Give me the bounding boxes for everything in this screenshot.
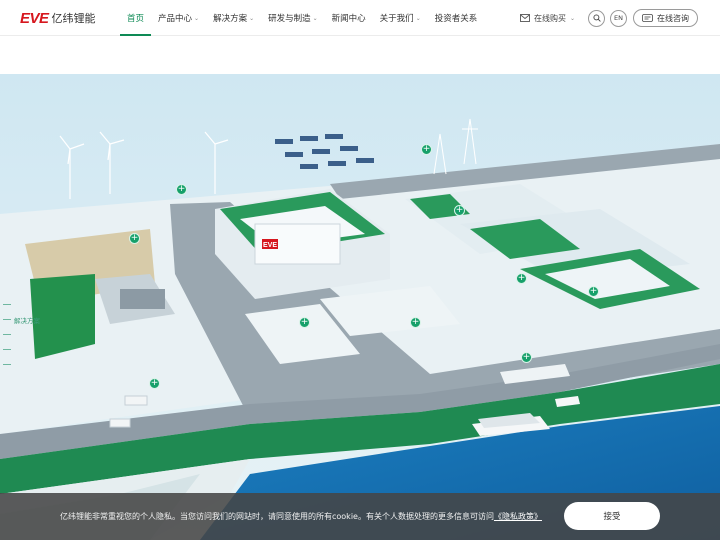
chevron-down-icon: ⌄	[194, 14, 200, 22]
industrial-park-illustration: EVE	[0, 74, 720, 540]
page: EVE 亿纬锂能 首页 产品中心 ⌄ 解决方案 ⌄ 研发与制造 ⌄ 新闻中心 关于我们…	[0, 0, 720, 540]
hotspot-plus-icon[interactable]: +	[129, 233, 140, 244]
online-consult-label: 在线咨询	[657, 13, 689, 23]
cookie-text: 亿纬锂能非常重视您的个人隐私。当您访问我们的网站时，请同意使用的所有cookie…	[60, 511, 542, 522]
privacy-policy-link[interactable]: 《隐私政策》	[494, 512, 542, 521]
chevron-down-icon: ⌄	[312, 14, 318, 22]
language-label: EN	[614, 14, 623, 22]
logo-text: 亿纬锂能	[51, 12, 96, 25]
hotspot-plus-icon[interactable]: +	[521, 352, 532, 363]
side-ticks	[3, 304, 13, 379]
online-buy-label: 在线购买	[533, 13, 566, 23]
brand-logo[interactable]: EVE 亿纬锂能	[20, 9, 96, 27]
chevron-down-icon: ⌄	[569, 14, 575, 22]
search-icon	[592, 14, 601, 22]
hotspot-plus-icon[interactable]: +	[588, 286, 599, 297]
nav-label: 产品中心	[158, 14, 193, 24]
cookie-message: 亿纬锂能非常重视您的个人隐私。当您访问我们的网站时，请同意使用的所有cookie…	[60, 512, 494, 521]
solutions-side-label[interactable]: 解决方案	[14, 315, 40, 325]
site-header: EVE 亿纬锂能 首页 产品中心 ⌄ 解决方案 ⌄ 研发与制造 ⌄ 新闻中心 关于我们…	[0, 0, 720, 36]
nav-label: 首页	[127, 14, 145, 24]
language-button[interactable]: EN	[610, 9, 627, 27]
hotspot-plus-icon[interactable]: +	[410, 317, 421, 328]
nav-item-news[interactable]: 新闻中心	[325, 0, 373, 36]
hotspot-plus-icon[interactable]: +	[421, 144, 432, 155]
chevron-down-icon: ⌄	[415, 14, 421, 22]
accept-cookie-button[interactable]: 接受	[564, 502, 660, 530]
search-button[interactable]	[588, 9, 605, 27]
nav-item-rnd[interactable]: 研发与制造 ⌄	[261, 0, 325, 36]
hotspot-plus-icon[interactable]: +	[176, 184, 187, 195]
nav-item-products[interactable]: 产品中心 ⌄	[151, 0, 206, 36]
mail-icon	[520, 14, 530, 22]
nav-item-home[interactable]: 首页	[120, 0, 152, 36]
hotspot-plus-icon[interactable]: +	[454, 205, 465, 216]
nav-label: 投资者关系	[434, 14, 478, 24]
logo-mark: EVE	[20, 9, 49, 27]
online-consult-button[interactable]: 在线咨询	[633, 9, 698, 27]
nav-label: 解决方案	[213, 14, 248, 24]
hotspot-plus-icon[interactable]: +	[516, 273, 527, 284]
nav-item-solutions[interactable]: 解决方案 ⌄	[206, 0, 261, 36]
cookie-consent-bar: 亿纬锂能非常重视您的个人隐私。当您访问我们的网站时，请同意使用的所有cookie…	[0, 493, 720, 540]
chat-icon	[642, 14, 653, 22]
factory-sign: EVE	[263, 242, 277, 249]
main-nav: 首页 产品中心 ⌄ 解决方案 ⌄ 研发与制造 ⌄ 新闻中心 关于我们 ⌄ 投资者关系	[120, 0, 484, 36]
nav-label: 新闻中心	[331, 14, 366, 24]
online-buy-button[interactable]: 在线购买 ⌄	[520, 13, 575, 24]
chevron-down-icon: ⌄	[249, 14, 255, 22]
hotspot-plus-icon[interactable]: +	[149, 378, 160, 389]
hero-illustration: EVE 解决方案 + + + + + + + + + +	[0, 74, 720, 540]
nav-item-about[interactable]: 关于我们 ⌄	[373, 0, 428, 36]
nav-label: 研发与制造	[268, 14, 311, 24]
header-actions: 在线购买 ⌄ EN 在线咨询	[520, 0, 698, 36]
nav-label: 关于我们	[379, 14, 414, 24]
hotspot-plus-icon[interactable]: +	[299, 317, 310, 328]
nav-item-investors[interactable]: 投资者关系	[428, 0, 485, 36]
